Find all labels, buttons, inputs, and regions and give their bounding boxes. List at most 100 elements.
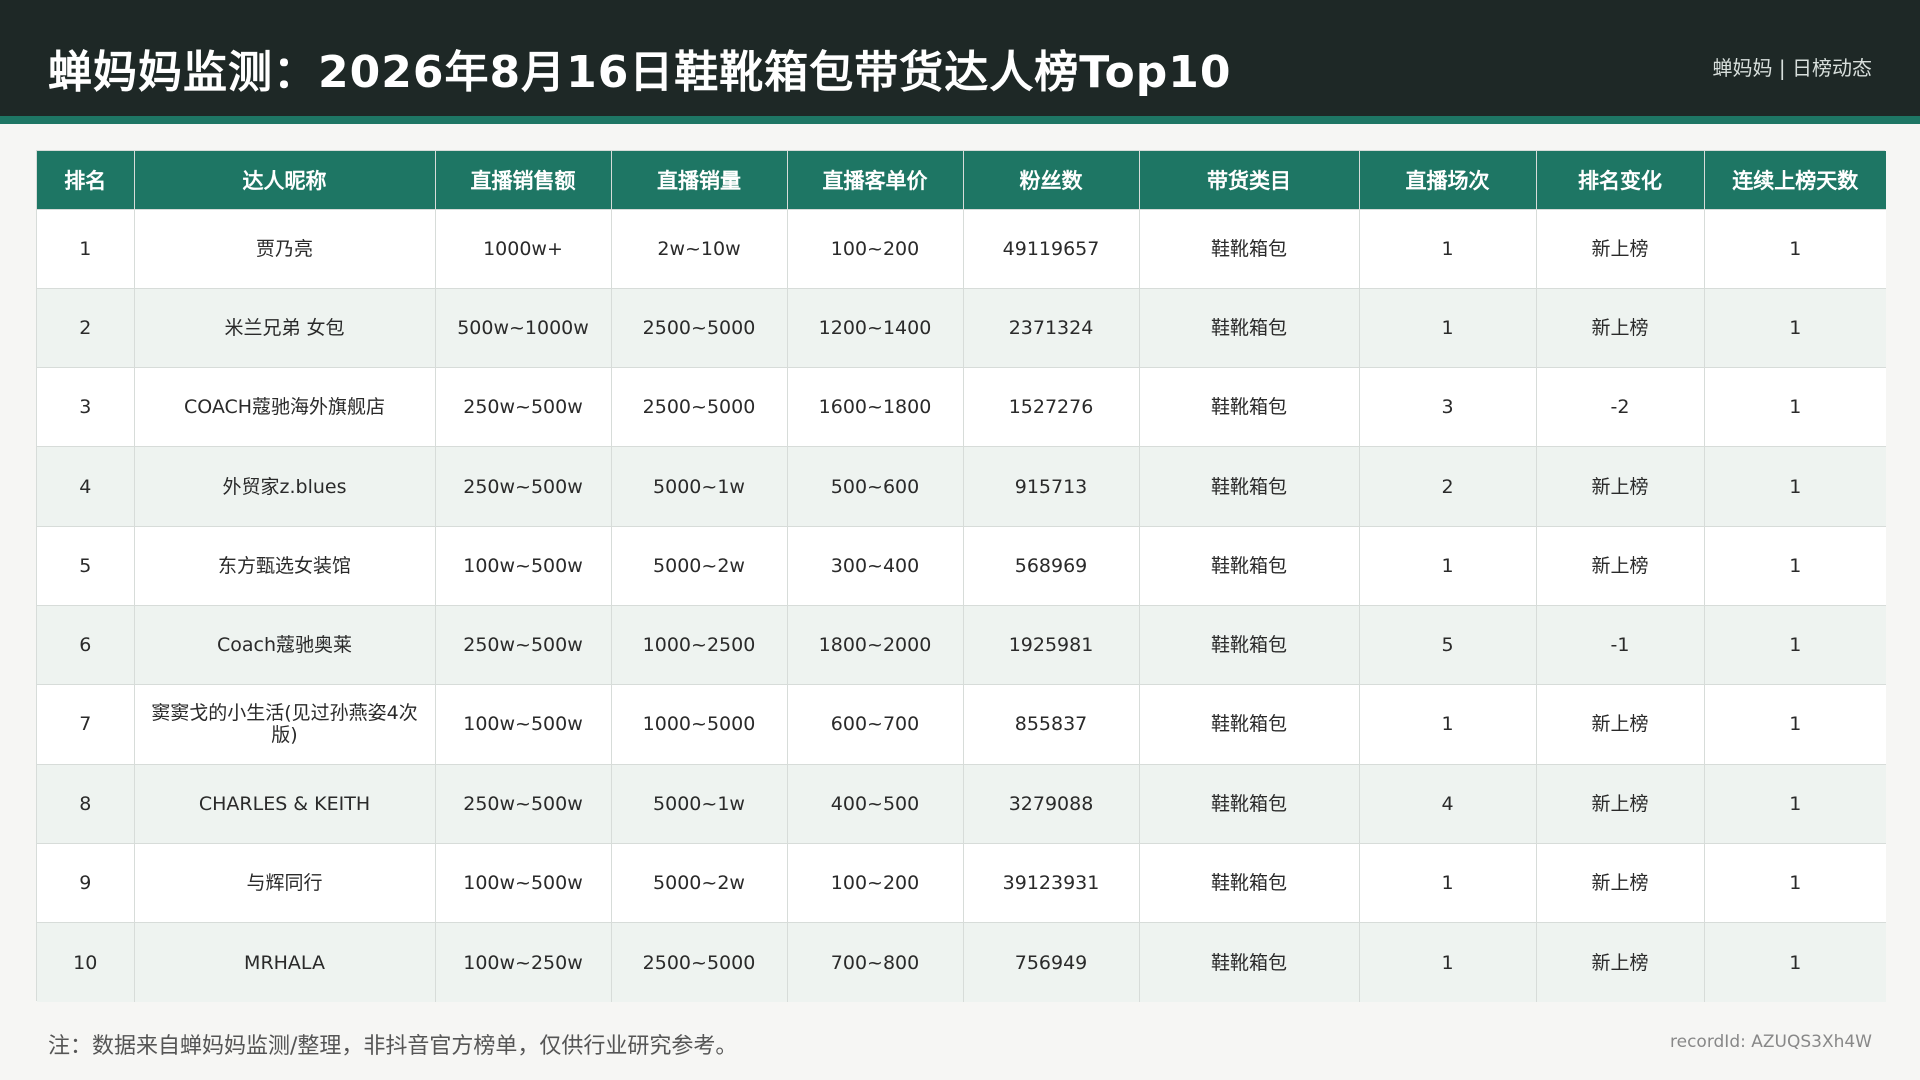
cell-live-sales-volume: 1000~2500 xyxy=(611,604,788,685)
cell-avg-order-price: 1600~1800 xyxy=(787,367,964,447)
cell-category: 鞋靴箱包 xyxy=(1139,208,1360,289)
table-row: 8 CHARLES & KEITH 250w~500w 5000~1w 400~500 3… xyxy=(37,763,1886,844)
cell-live-sessions: 1 xyxy=(1359,922,1537,1002)
cell-consecutive-days: 1 xyxy=(1704,208,1886,289)
column-header-category: 带货类目 xyxy=(1139,151,1360,209)
table-row: 7 窦窦戈的小生活(见过孙燕姿4次版) 100w~500w 1000~5000 600~… xyxy=(37,684,1886,765)
table-row: 9 与辉同行 100w~500w 5000~2w 100~200 39123931 鞋靴箱包… xyxy=(37,842,1886,923)
cell-followers: 915713 xyxy=(963,446,1140,527)
cell-category: 鞋靴箱包 xyxy=(1139,446,1360,527)
cell-avg-order-price: 300~400 xyxy=(787,525,964,606)
cell-live-sales-amount: 100w~250w xyxy=(435,922,612,1002)
cell-category: 鞋靴箱包 xyxy=(1139,604,1360,685)
cell-rank-change: 新上榜 xyxy=(1536,922,1705,1002)
column-header-consecutive-days: 连续上榜天数 xyxy=(1704,151,1886,209)
cell-rank: 2 xyxy=(37,287,135,368)
cell-nickname: 贾乃亮 xyxy=(134,208,436,289)
cell-category: 鞋靴箱包 xyxy=(1139,922,1360,1002)
column-header-nickname: 达人昵称 xyxy=(134,151,436,209)
cell-rank: 8 xyxy=(37,763,135,844)
cell-followers: 1527276 xyxy=(963,367,1140,447)
cell-live-sales-amount: 1000w+ xyxy=(435,208,612,289)
cell-live-sessions: 1 xyxy=(1359,208,1537,289)
cell-rank: 4 xyxy=(37,446,135,527)
cell-live-sessions: 1 xyxy=(1359,525,1537,606)
cell-rank: 5 xyxy=(37,525,135,606)
table-row: 10 MRHALA 100w~250w 2500~5000 700~800 756949 鞋… xyxy=(37,922,1886,1002)
cell-live-sales-volume: 5000~1w xyxy=(611,763,788,844)
header-accent-stripe xyxy=(0,116,1920,124)
table-body: 1 贾乃亮 1000w+ 2w~10w 100~200 49119657 鞋靴箱包 1 新上榜 1… xyxy=(37,208,1886,1002)
cell-live-sessions: 1 xyxy=(1359,684,1537,765)
cell-live-sales-amount: 250w~500w xyxy=(435,367,612,447)
cell-rank-change: 新上榜 xyxy=(1536,446,1705,527)
cell-consecutive-days: 1 xyxy=(1704,604,1886,685)
cell-live-sessions: 2 xyxy=(1359,446,1537,527)
cell-followers: 39123931 xyxy=(963,842,1140,923)
cell-category: 鞋靴箱包 xyxy=(1139,287,1360,368)
cell-live-sales-volume: 5000~1w xyxy=(611,446,788,527)
cell-consecutive-days: 1 xyxy=(1704,922,1886,1002)
column-header-rank-change: 排名变化 xyxy=(1536,151,1705,209)
cell-live-sales-amount: 100w~500w xyxy=(435,525,612,606)
cell-nickname: 东方甄选女装馆 xyxy=(134,525,436,606)
cell-category: 鞋靴箱包 xyxy=(1139,525,1360,606)
cell-live-sales-volume: 1000~5000 xyxy=(611,684,788,765)
cell-consecutive-days: 1 xyxy=(1704,842,1886,923)
cell-consecutive-days: 1 xyxy=(1704,446,1886,527)
cell-live-sales-amount: 250w~500w xyxy=(435,763,612,844)
cell-consecutive-days: 1 xyxy=(1704,525,1886,606)
cell-avg-order-price: 600~700 xyxy=(787,684,964,765)
cell-category: 鞋靴箱包 xyxy=(1139,367,1360,447)
cell-nickname: 与辉同行 xyxy=(134,842,436,923)
ranking-table: 排名 达人昵称 直播销售额 直播销量 直播客单价 粉丝数 带货类目 直播场次 排… xyxy=(37,151,1886,1002)
cell-nickname: COACH蔻驰海外旗舰店 xyxy=(134,367,436,447)
cell-category: 鞋靴箱包 xyxy=(1139,684,1360,765)
cell-category: 鞋靴箱包 xyxy=(1139,763,1360,844)
cell-followers: 855837 xyxy=(963,684,1140,765)
cell-rank: 9 xyxy=(37,842,135,923)
cell-rank-change: -1 xyxy=(1536,604,1705,685)
cell-nickname: 米兰兄弟 女包 xyxy=(134,287,436,368)
cell-live-sales-amount: 250w~500w xyxy=(435,446,612,527)
cell-consecutive-days: 1 xyxy=(1704,763,1886,844)
table-row: 6 Coach蔻驰奥莱 250w~500w 1000~2500 1800~2000 192… xyxy=(37,604,1886,685)
cell-rank-change: -2 xyxy=(1536,367,1705,447)
cell-live-sales-amount: 250w~500w xyxy=(435,604,612,685)
cell-followers: 568969 xyxy=(963,525,1140,606)
cell-rank-change: 新上榜 xyxy=(1536,287,1705,368)
cell-rank-change: 新上榜 xyxy=(1536,763,1705,844)
cell-avg-order-price: 1800~2000 xyxy=(787,604,964,685)
cell-rank-change: 新上榜 xyxy=(1536,525,1705,606)
cell-category: 鞋靴箱包 xyxy=(1139,842,1360,923)
cell-rank: 7 xyxy=(37,684,135,765)
column-header-avg-order-price: 直播客单价 xyxy=(787,151,964,209)
table-row: 1 贾乃亮 1000w+ 2w~10w 100~200 49119657 鞋靴箱包 1 新上榜 1 xyxy=(37,208,1886,289)
cell-live-sales-volume: 5000~2w xyxy=(611,842,788,923)
cell-live-sessions: 4 xyxy=(1359,763,1537,844)
cell-consecutive-days: 1 xyxy=(1704,287,1886,368)
table-row: 4 外贸家z.blues 250w~500w 5000~1w 500~600 915713… xyxy=(37,446,1886,527)
page-header: 蝉妈妈监测：2026年8月16日鞋靴箱包带货达人榜Top10 蝉妈妈 | 日榜动… xyxy=(0,0,1920,116)
cell-followers: 756949 xyxy=(963,922,1140,1002)
cell-nickname: CHARLES & KEITH xyxy=(134,763,436,844)
cell-rank-change: 新上榜 xyxy=(1536,208,1705,289)
cell-avg-order-price: 100~200 xyxy=(787,208,964,289)
column-header-live-sales-amount: 直播销售额 xyxy=(435,151,612,209)
cell-consecutive-days: 1 xyxy=(1704,367,1886,447)
cell-followers: 1925981 xyxy=(963,604,1140,685)
cell-followers: 49119657 xyxy=(963,208,1140,289)
cell-avg-order-price: 400~500 xyxy=(787,763,964,844)
cell-avg-order-price: 100~200 xyxy=(787,842,964,923)
cell-live-sales-volume: 2500~5000 xyxy=(611,922,788,1002)
ranking-table-container: 排名 达人昵称 直播销售额 直播销量 直播客单价 粉丝数 带货类目 直播场次 排… xyxy=(36,150,1886,1002)
cell-consecutive-days: 1 xyxy=(1704,684,1886,765)
cell-nickname: 外贸家z.blues xyxy=(134,446,436,527)
cell-nickname: MRHALA xyxy=(134,922,436,1002)
table-header-row: 排名 达人昵称 直播销售额 直播销量 直播客单价 粉丝数 带货类目 直播场次 排… xyxy=(37,151,1886,209)
cell-live-sales-volume: 2w~10w xyxy=(611,208,788,289)
cell-live-sessions: 1 xyxy=(1359,842,1537,923)
column-header-rank: 排名 xyxy=(37,151,135,209)
brand-label: 蝉妈妈 | 日榜动态 xyxy=(1712,56,1872,80)
cell-live-sales-amount: 100w~500w xyxy=(435,842,612,923)
